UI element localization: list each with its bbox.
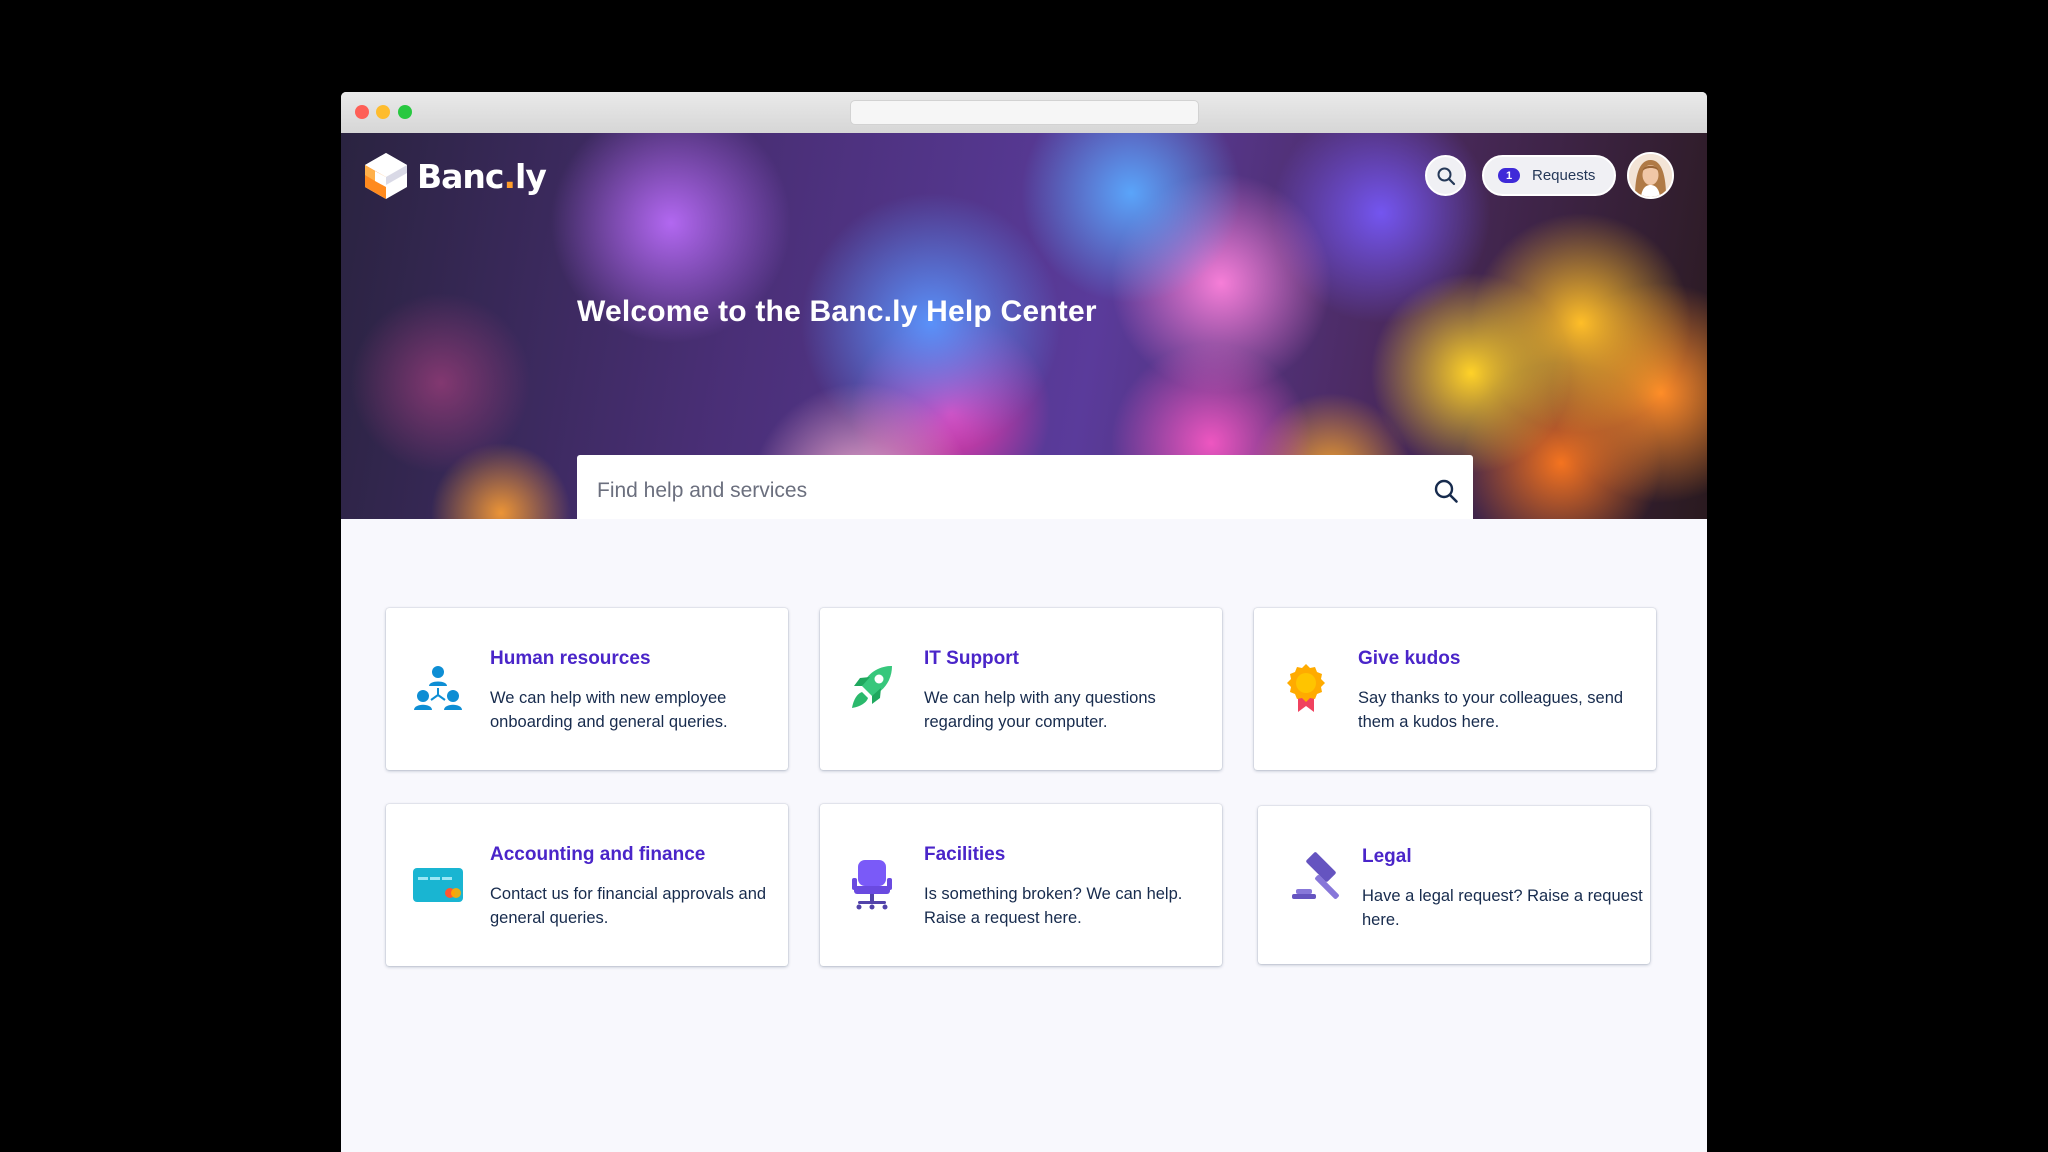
maximize-window-button[interactable] — [398, 105, 412, 119]
search-icon[interactable] — [1433, 478, 1459, 504]
card-title[interactable]: Accounting and finance — [490, 844, 705, 866]
search-icon — [1437, 167, 1455, 185]
gavel-icon — [1292, 852, 1339, 899]
people-network-icon — [414, 666, 462, 710]
card-accounting-and-finance[interactable]: Accounting and finance Contact us for fi… — [386, 804, 788, 966]
minimize-window-button[interactable] — [376, 105, 390, 119]
requests-count-badge: 1 — [1498, 168, 1520, 183]
header-search-button[interactable] — [1425, 155, 1466, 196]
address-bar[interactable] — [851, 101, 1198, 124]
rocket-icon — [852, 666, 892, 708]
card-title[interactable]: Legal — [1362, 846, 1412, 868]
card-description: Have a legal request? Raise a request he… — [1362, 887, 1643, 929]
card-description: Contact us for financial approvals and g… — [490, 885, 767, 927]
hero-search-box[interactable] — [577, 455, 1473, 519]
card-description: Say thanks to your colleagues, send them… — [1358, 689, 1624, 731]
card-legal[interactable]: Legal Have a legal request? Raise a requ… — [1258, 806, 1650, 964]
close-window-button[interactable] — [355, 105, 369, 119]
requests-label: Requests — [1532, 167, 1596, 184]
card-human-resources[interactable]: Human resources We can help with new emp… — [386, 608, 788, 770]
brand-logo[interactable]: Banc.ly — [363, 150, 547, 202]
user-avatar[interactable] — [1627, 152, 1674, 199]
brand-name: Banc.ly — [417, 156, 547, 196]
office-chair-icon — [852, 860, 892, 910]
window-titlebar — [341, 92, 1707, 134]
card-facilities[interactable]: Facilities Is something broken? We can h… — [820, 804, 1222, 966]
card-title[interactable]: IT Support — [924, 648, 1019, 670]
card-description: Is something broken? We can help. Raise … — [924, 885, 1183, 927]
page-title: Welcome to the Banc.ly Help Center — [577, 295, 1097, 328]
avatar-image — [1629, 154, 1672, 197]
requests-button[interactable]: 1 Requests — [1482, 155, 1616, 196]
credit-card-icon — [413, 868, 463, 902]
browser-window: Banc.ly 1 Requests Welcome to the Banc.l… — [341, 92, 1707, 1152]
cube-logo-icon — [365, 153, 407, 199]
card-description: We can help with new employee onboarding… — [490, 689, 728, 731]
hero-banner: Banc.ly 1 Requests Welcome to the Banc.l… — [341, 133, 1707, 519]
card-title[interactable]: Facilities — [924, 844, 1005, 866]
card-give-kudos[interactable]: Give kudos Say thanks to your colleagues… — [1254, 608, 1656, 770]
card-description: We can help with any questions regarding… — [924, 689, 1156, 731]
card-title[interactable]: Give kudos — [1358, 648, 1460, 670]
card-it-support[interactable]: IT Support We can help with any question… — [820, 608, 1222, 770]
award-ribbon-icon — [1287, 664, 1325, 712]
card-title[interactable]: Human resources — [490, 648, 651, 670]
help-search-input[interactable] — [577, 455, 1397, 519]
